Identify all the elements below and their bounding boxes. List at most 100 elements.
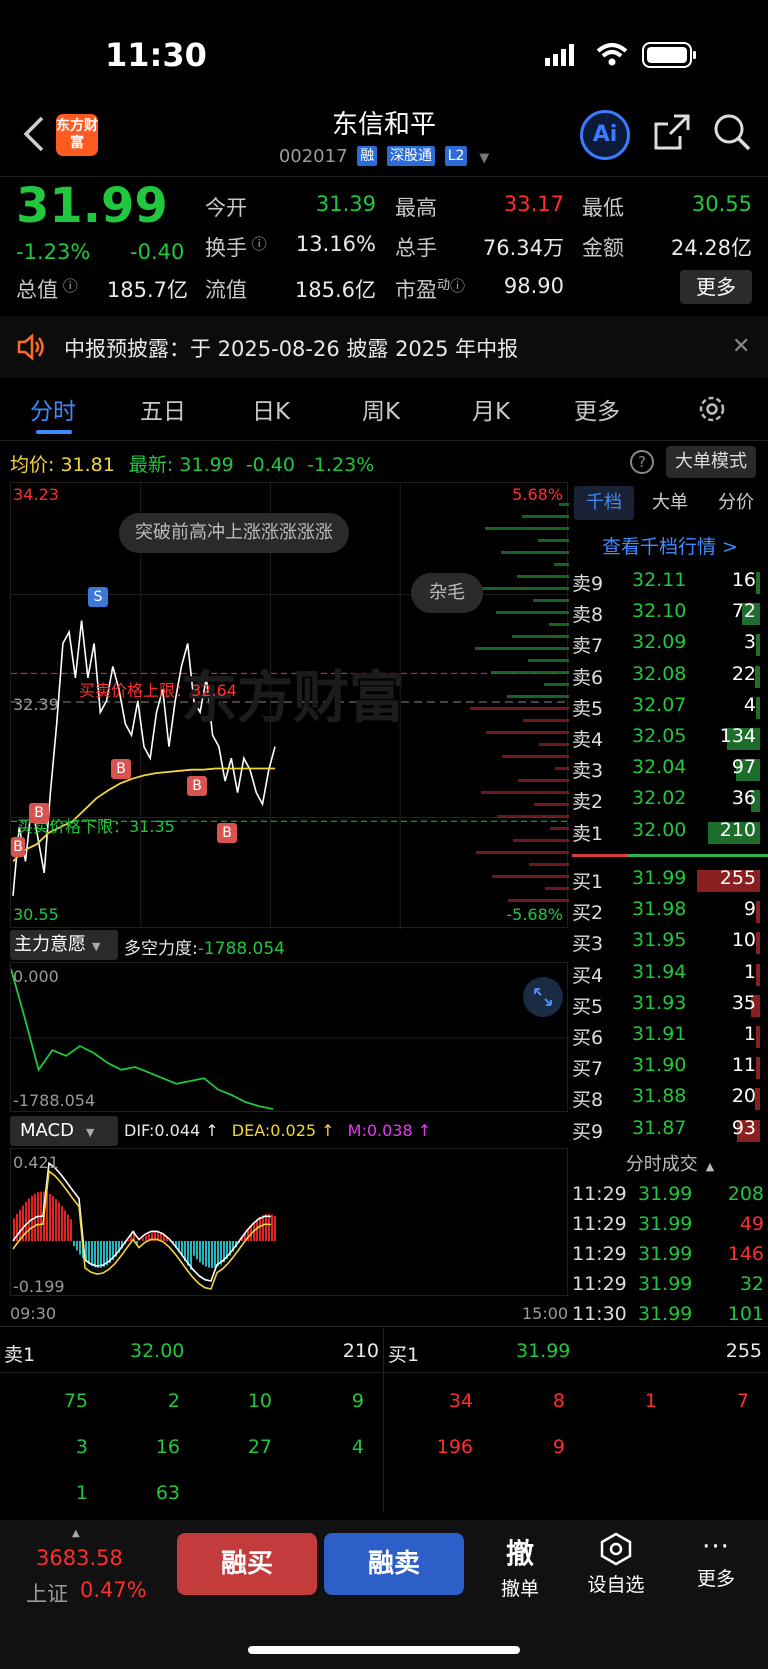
speaker-icon: [16, 332, 46, 362]
tab-more[interactable]: 更多: [574, 392, 620, 426]
watchlist-icon: [600, 1532, 632, 1566]
bid-row[interactable]: 买9 31.87 93: [572, 1114, 768, 1145]
depth-bar: [491, 671, 569, 674]
turnover-label[interactable]: 换手 ⓘ: [205, 232, 267, 262]
index-ticker[interactable]: ▲ 3683.58 上证 0.47%: [18, 1528, 168, 1608]
bid-row[interactable]: 买6 31.91 1: [572, 1020, 768, 1051]
ask-price: 32.02: [632, 787, 687, 810]
ask-row[interactable]: 卖3 32.04 97: [572, 753, 768, 784]
ask-label: 卖8: [572, 604, 604, 627]
ask-vol: 16: [731, 569, 756, 591]
bid-price: 31.88: [632, 1085, 687, 1108]
market-cap-label[interactable]: 总值 ⓘ: [16, 274, 78, 304]
stock-code: 002017: [278, 146, 348, 167]
info-icon[interactable]: ⓘ: [58, 277, 78, 295]
tab-price-dist[interactable]: 分价: [706, 486, 766, 520]
bid-row[interactable]: 买3 31.95 10: [572, 926, 768, 957]
tab-level-thousand[interactable]: 千档: [574, 486, 634, 520]
more-button[interactable]: 更多: [680, 270, 752, 304]
ask-label: 卖7: [572, 635, 604, 658]
tab-daily[interactable]: 日K: [252, 392, 290, 426]
bid-row[interactable]: 买7 31.90 11: [572, 1051, 768, 1082]
macd-bar: [19, 1209, 21, 1241]
ask-row[interactable]: 卖8 32.10 72: [572, 597, 768, 628]
indicator-line: [11, 968, 274, 1110]
indicator-readout: 多空力度:-1788.054: [124, 939, 285, 959]
bid-label: 买5: [572, 995, 604, 1018]
buy-marker[interactable]: B: [187, 776, 207, 796]
ask-price: 32.05: [632, 725, 687, 747]
ask-row[interactable]: 卖7 32.09 3: [572, 628, 768, 659]
bid-vol: 9: [743, 898, 756, 921]
cancel-order-button[interactable]: 撤 撤单: [488, 1532, 552, 1602]
macd-bar: [268, 1214, 270, 1241]
queue-cell: 196: [436, 1436, 473, 1458]
tag-connect: 深股通: [387, 146, 435, 166]
margin-buy-button[interactable]: 融买: [177, 1533, 317, 1595]
info-icon[interactable]: ⓘ: [247, 235, 267, 253]
bid-vol: 93: [731, 1116, 756, 1139]
low-value: 30.55: [691, 192, 752, 216]
expand-icon[interactable]: [523, 977, 563, 1017]
pe-label[interactable]: 市盈动ⓘ: [395, 274, 465, 304]
bid-row[interactable]: 买8 31.88 20: [572, 1082, 768, 1113]
macd-bar: [274, 1215, 276, 1241]
share-icon[interactable]: [652, 112, 692, 152]
settings-icon[interactable]: [697, 394, 727, 424]
dropdown-icon[interactable]: ▼: [479, 151, 489, 166]
bid-vol: 255: [719, 867, 756, 889]
trades-header[interactable]: 分时成交 ▲: [572, 1150, 768, 1176]
more-menu-button[interactable]: ··· 更多: [690, 1532, 742, 1602]
y-axis-prev-close: 32.39: [13, 695, 59, 714]
intraday-chart[interactable]: 34.23 32.39 30.55 5.68% -5.68% 突破前高冲上涨涨涨…: [10, 482, 569, 929]
home-indicator: [248, 1646, 520, 1654]
ask-vol: 3: [743, 631, 756, 654]
ask-row[interactable]: 卖6 32.08 22: [572, 660, 768, 691]
ask-vol: 97: [731, 756, 756, 779]
add-watchlist-button[interactable]: 设自选: [580, 1532, 652, 1602]
macd-bar: [52, 1196, 54, 1241]
bid-label: 买4: [572, 964, 604, 987]
ask-row[interactable]: 卖9 32.11 16: [572, 566, 768, 597]
tab-weekly[interactable]: 周K: [362, 392, 400, 426]
bid-row[interactable]: 买2 31.98 9: [572, 895, 768, 926]
view-depth-link[interactable]: 查看千档行情 >: [572, 532, 768, 559]
ai-button[interactable]: Ai: [580, 110, 630, 160]
bid-row[interactable]: 买5 31.93 35: [572, 989, 768, 1020]
depth-bar: [539, 743, 569, 746]
indicator-selector[interactable]: 主力意愿 ▼: [10, 930, 118, 960]
bid-row[interactable]: 买4 31.94 1: [572, 958, 768, 989]
ask-row[interactable]: 卖1 32.00 210: [572, 816, 768, 847]
close-icon[interactable]: ✕: [732, 334, 750, 359]
ask-price: 32.04: [632, 756, 687, 779]
ask-row[interactable]: 卖4 32.05 134: [572, 722, 768, 753]
buy-marker[interactable]: B: [11, 837, 25, 857]
bubble-comment-2[interactable]: 杂毛: [411, 573, 483, 613]
ask-price: 32.08: [632, 662, 687, 685]
ask-row[interactable]: 卖2 32.02 36: [572, 784, 768, 815]
depth-bar: [523, 719, 569, 722]
bid-vol: 1: [743, 960, 756, 983]
tab-monthly[interactable]: 月K: [472, 392, 510, 426]
tab-5day[interactable]: 五日: [140, 392, 186, 426]
bubble-comment[interactable]: 突破前高冲上涨涨涨涨涨: [119, 513, 349, 553]
change-pct: -1.23%: [16, 240, 91, 264]
sell-marker[interactable]: S: [88, 587, 108, 607]
buy-marker[interactable]: B: [111, 759, 131, 779]
help-icon[interactable]: ?: [630, 450, 654, 474]
tab-big-orders[interactable]: 大单: [640, 486, 700, 520]
buy-marker[interactable]: B: [217, 823, 237, 843]
margin-sell-button[interactable]: 融卖: [324, 1533, 464, 1595]
indicator-chart: 0.000 -1788.054: [10, 962, 569, 1112]
big-order-mode-button[interactable]: 大单模式: [666, 446, 756, 478]
buy-marker[interactable]: B: [29, 803, 49, 823]
depth-bar: [538, 539, 569, 542]
notice-bar[interactable]: 中报预披露：于 2025-08-26 披露 2025 年中报 ✕: [0, 316, 768, 378]
trade-vol: 49: [739, 1213, 764, 1235]
ask-row[interactable]: 卖5 32.07 4: [572, 691, 768, 722]
bid-row[interactable]: 买1 31.99 255: [572, 864, 768, 895]
tab-intraday[interactable]: 分时: [30, 392, 76, 426]
info-icon[interactable]: ⓘ: [450, 277, 465, 295]
macd-selector[interactable]: MACD ▼: [10, 1116, 118, 1146]
search-icon[interactable]: [712, 112, 752, 152]
